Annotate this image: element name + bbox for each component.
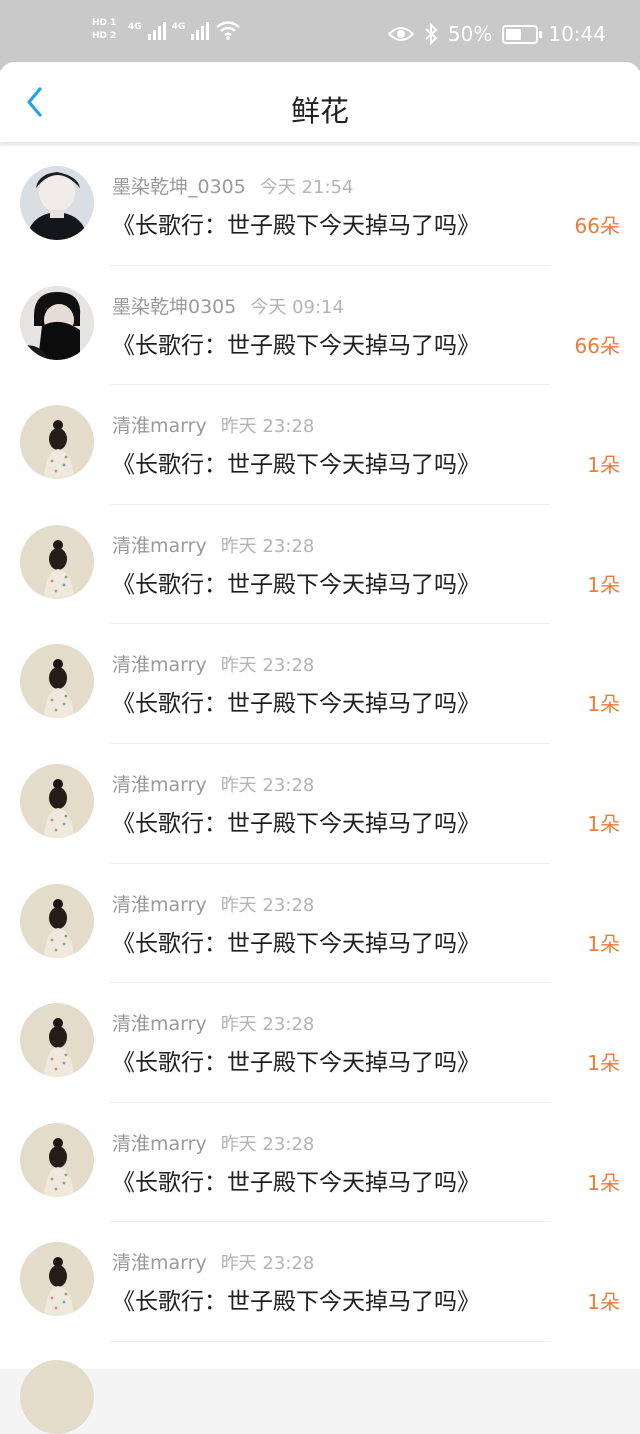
avatar[interactable] — [20, 524, 94, 599]
avatar[interactable] — [20, 644, 94, 719]
item-meta: 墨染乾坤0305 今天 09:14 — [112, 292, 344, 319]
timestamp: 昨天 23:28 — [220, 655, 315, 677]
sim-tag-1: HD 1 — [92, 18, 117, 28]
bluetooth-icon — [425, 23, 438, 45]
flower-count: 1朵 — [587, 1051, 620, 1076]
item-meta: 清淮marry 昨天 23:28 — [112, 1009, 314, 1036]
page-title: 鲜花 — [290, 94, 349, 128]
username: 清淮marry — [112, 1132, 207, 1155]
item-meta: 清淮marry 昨天 23:28 — [112, 650, 314, 677]
username: 墨染乾坤_0305 — [112, 176, 246, 198]
book-title[interactable]: 《长歌行：世子殿下今天掉马了吗》 — [112, 1163, 480, 1197]
battery-icon — [502, 24, 543, 44]
flower-count: 1朵 — [587, 1170, 620, 1195]
item-meta: 清淮marry 昨天 23:28 — [112, 890, 314, 917]
item-meta: 清淮marry 昨天 23:28 — [112, 531, 314, 558]
book-title[interactable]: 《长歌行：世子殿下今天掉马了吗》 — [112, 924, 480, 958]
signal-icon — [147, 20, 166, 40]
timestamp: 昨天 23:28 — [220, 535, 315, 557]
flower-list: 墨染乾坤_0305 今天 21:54 《长歌行：世子殿下今天掉马了吗》 66朵 墨… — [0, 146, 640, 1342]
book-title[interactable]: 《长歌行：世子殿下今天掉马了吗》 — [112, 684, 480, 718]
sim-tag-2: HD 2 — [92, 31, 117, 41]
username: 清淮marry — [112, 1252, 207, 1275]
avatar[interactable] — [20, 405, 94, 480]
list-item-partial[interactable] — [0, 1342, 640, 1434]
status-left: HD 1 HD 2 4G 4G — [92, 18, 241, 42]
book-title[interactable]: 《长歌行：世子殿下今天掉马了吗》 — [112, 326, 480, 360]
list-item[interactable]: 清淮marry 昨天 23:28 《长歌行：世子殿下今天掉马了吗》 1朵 — [0, 983, 640, 1103]
flower-count: 66朵 — [574, 214, 620, 238]
book-title[interactable]: 《长歌行：世子殿下今天掉马了吗》 — [112, 565, 480, 599]
book-title[interactable]: 《长歌行：世子殿下今天掉马了吗》 — [112, 804, 480, 838]
timestamp: 昨天 23:28 — [220, 1133, 315, 1155]
eye-icon — [387, 27, 414, 41]
timestamp: 昨天 23:28 — [220, 894, 315, 916]
book-title[interactable]: 《长歌行：世子殿下今天掉马了吗》 — [112, 445, 480, 479]
list-item[interactable]: 墨染乾坤_0305 今天 21:54 《长歌行：世子殿下今天掉马了吗》 66朵 — [0, 146, 640, 266]
username: 清淮marry — [112, 534, 207, 557]
battery-percent: 50% — [447, 22, 493, 46]
clock: 10:44 — [548, 22, 606, 46]
list-item[interactable]: 墨染乾坤0305 今天 09:14 《长歌行：世子殿下今天掉马了吗》 66朵 — [0, 265, 640, 386]
book-title[interactable]: 《长歌行：世子殿下今天掉马了吗》 — [112, 206, 480, 240]
timestamp: 昨天 23:28 — [220, 416, 315, 438]
avatar[interactable] — [20, 285, 94, 360]
flower-count: 1朵 — [587, 572, 620, 597]
username: 清淮marry — [112, 1013, 207, 1036]
item-meta: 清淮marry 昨天 23:28 — [112, 1248, 314, 1275]
avatar[interactable] — [20, 1360, 94, 1434]
item-meta: 清淮marry 昨天 23:28 — [112, 411, 314, 438]
list-item[interactable]: 清淮marry 昨天 23:28 《长歌行：世子殿下今天掉马了吗》 1朵 — [0, 385, 640, 505]
flower-count: 1朵 — [587, 931, 620, 956]
username: 清淮marry — [112, 893, 207, 916]
list-item[interactable]: 清淮marry 昨天 23:28 《长歌行：世子殿下今天掉马了吗》 1朵 — [0, 743, 640, 864]
sim-tags: HD 1 HD 2 — [92, 18, 122, 42]
item-meta: 清淮marry 昨天 23:28 — [112, 1129, 314, 1156]
network-label-1: 4G — [128, 22, 142, 32]
book-title[interactable]: 《长歌行：世子殿下今天掉马了吗》 — [112, 1282, 480, 1316]
list-item[interactable]: 清淮marry 昨天 23:28 《长歌行：世子殿下今天掉马了吗》 1朵 — [0, 624, 640, 744]
username: 清淮marry — [112, 773, 207, 796]
status-bar: HD 1 HD 2 4G 4G 50% 10:44 — [0, 0, 640, 70]
avatar[interactable] — [20, 763, 94, 838]
list-item[interactable]: 清淮marry 昨天 23:28 《长歌行：世子殿下今天掉马了吗》 1朵 — [0, 504, 640, 625]
status-right: 50% 10:44 — [387, 22, 606, 46]
timestamp: 今天 09:14 — [250, 296, 344, 318]
timestamp: 昨天 23:28 — [220, 1014, 315, 1036]
username: 墨染乾坤0305 — [112, 295, 237, 318]
flower-count: 1朵 — [587, 692, 620, 717]
book-title[interactable]: 《长歌行：世子殿下今天掉马了吗》 — [112, 1043, 480, 1077]
username: 清淮marry — [112, 415, 207, 438]
wifi-icon — [216, 21, 241, 40]
list-item[interactable]: 清淮marry 昨天 23:28 《长歌行：世子殿下今天掉马了吗》 1朵 — [0, 1102, 640, 1223]
username: 清淮marry — [112, 654, 207, 677]
network-label-2: 4G — [171, 22, 186, 32]
avatar[interactable] — [20, 883, 94, 958]
item-meta: 墨染乾坤_0305 今天 21:54 — [112, 172, 353, 199]
timestamp: 昨天 23:28 — [220, 1253, 315, 1275]
item-meta: 清淮marry 昨天 23:28 — [112, 770, 314, 797]
flower-count: 1朵 — [587, 453, 620, 478]
avatar[interactable] — [20, 1003, 94, 1078]
avatar[interactable] — [20, 1242, 94, 1317]
signal-icon — [191, 20, 210, 40]
avatar[interactable] — [20, 166, 94, 240]
list-item[interactable]: 清淮marry 昨天 23:28 《长歌行：世子殿下今天掉马了吗》 1朵 — [0, 1222, 640, 1342]
flower-count: 1朵 — [587, 811, 620, 836]
flower-count: 66朵 — [574, 333, 620, 358]
flower-count: 1朵 — [587, 1290, 620, 1315]
list-item[interactable]: 清淮marry 昨天 23:28 《长歌行：世子殿下今天掉马了吗》 1朵 — [0, 863, 640, 984]
top-app-bar: 鲜花 — [0, 62, 640, 142]
avatar[interactable] — [20, 1122, 94, 1197]
timestamp: 昨天 23:28 — [220, 774, 315, 796]
timestamp: 今天 21:54 — [259, 177, 354, 198]
